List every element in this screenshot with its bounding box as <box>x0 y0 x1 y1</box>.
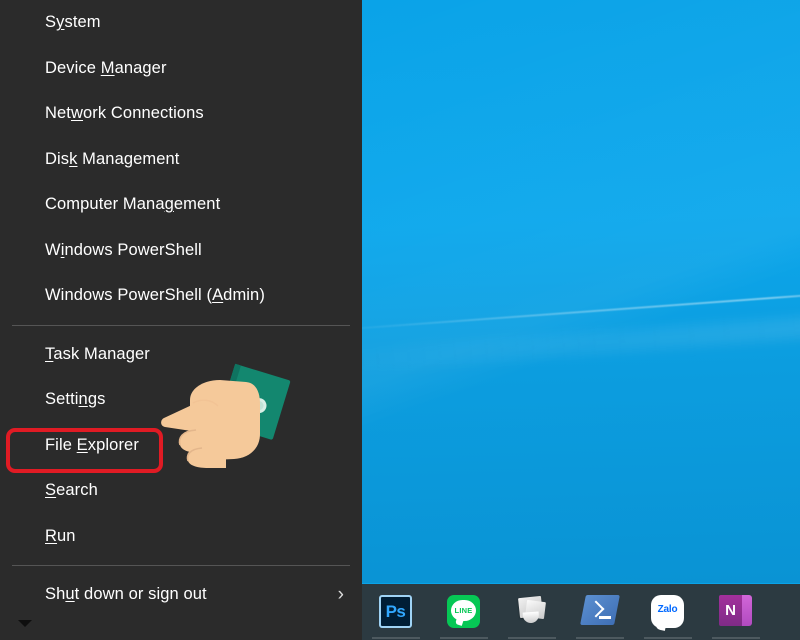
zalo-icon-label: Zalo <box>658 604 678 615</box>
taskbar-item-file[interactable] <box>498 584 566 640</box>
zalo-icon: Zalo <box>651 595 685 629</box>
taskbar-running-indicator <box>508 637 556 639</box>
menu-item-label: Run <box>45 527 76 546</box>
photoshop-icon-label: Ps <box>379 595 412 628</box>
menu-item-label: Computer Management <box>45 195 220 214</box>
taskbar[interactable]: Ps LINE <box>362 583 800 640</box>
menu-item-label: System <box>45 13 101 32</box>
desktop-wallpaper[interactable] <box>362 0 800 583</box>
line-icon-label: LINE <box>451 600 476 621</box>
power-user-menu[interactable]: System Device Manager Network Connection… <box>0 0 362 640</box>
menu-item-label: Settings <box>45 390 105 409</box>
taskbar-running-indicator <box>644 637 692 639</box>
line-icon: LINE <box>447 595 481 629</box>
taskbar-running-indicator <box>440 637 488 639</box>
powershell-icon <box>583 595 617 629</box>
menu-item-disk-management[interactable]: Disk Management <box>0 137 362 183</box>
wallpaper-light-glow <box>362 311 800 374</box>
taskbar-item-powershell[interactable] <box>566 584 634 640</box>
taskbar-items: Ps LINE <box>362 584 770 640</box>
menu-item-label: File Explorer <box>45 436 139 455</box>
menu-item-label: Task Manager <box>45 345 150 364</box>
taskbar-item-line[interactable]: LINE <box>430 584 498 640</box>
menu-section-power: Shut down or sign out › <box>0 572 362 618</box>
menu-item-computer-management[interactable]: Computer Management <box>0 182 362 228</box>
menu-item-label: Network Connections <box>45 104 204 123</box>
menu-section-system: System Device Manager Network Connection… <box>0 0 362 319</box>
menu-item-label: Windows PowerShell (Admin) <box>45 286 265 305</box>
menu-item-label: Windows PowerShell <box>45 241 202 260</box>
menu-item-windows-powershell-admin[interactable]: Windows PowerShell (Admin) <box>0 273 362 319</box>
chevron-down-icon[interactable] <box>18 620 32 627</box>
taskbar-running-indicator <box>372 637 420 639</box>
menu-item-network-connections[interactable]: Network Connections <box>0 91 362 137</box>
menu-separator-2 <box>12 565 350 566</box>
menu-item-shut-down-or-sign-out[interactable]: Shut down or sign out › <box>0 572 362 618</box>
menu-item-search[interactable]: Search <box>0 468 362 514</box>
chevron-right-icon: › <box>338 585 344 604</box>
menu-separator-1 <box>12 325 350 326</box>
photoshop-icon: Ps <box>379 595 413 629</box>
onenote-icon-label: N <box>719 595 742 626</box>
menu-item-label: Disk Management <box>45 150 180 169</box>
menu-item-device-manager[interactable]: Device Manager <box>0 46 362 92</box>
taskbar-running-indicator <box>712 637 760 639</box>
onenote-icon: N <box>719 595 753 629</box>
pointing-hand-icon <box>160 360 292 472</box>
menu-item-run[interactable]: Run <box>0 514 362 560</box>
menu-item-windows-powershell[interactable]: Windows PowerShell <box>0 228 362 274</box>
menu-item-label: Shut down or sign out <box>45 585 207 604</box>
taskbar-running-indicator <box>576 637 624 639</box>
taskbar-item-zalo[interactable]: Zalo <box>634 584 702 640</box>
menu-item-system[interactable]: System <box>0 0 362 46</box>
menu-item-label: Device Manager <box>45 59 167 78</box>
menu-item-label: Search <box>45 481 98 500</box>
screen: Ps LINE <box>0 0 800 640</box>
paper-file-icon <box>515 595 549 629</box>
taskbar-item-photoshop[interactable]: Ps <box>362 584 430 640</box>
taskbar-item-onenote[interactable]: N <box>702 584 770 640</box>
